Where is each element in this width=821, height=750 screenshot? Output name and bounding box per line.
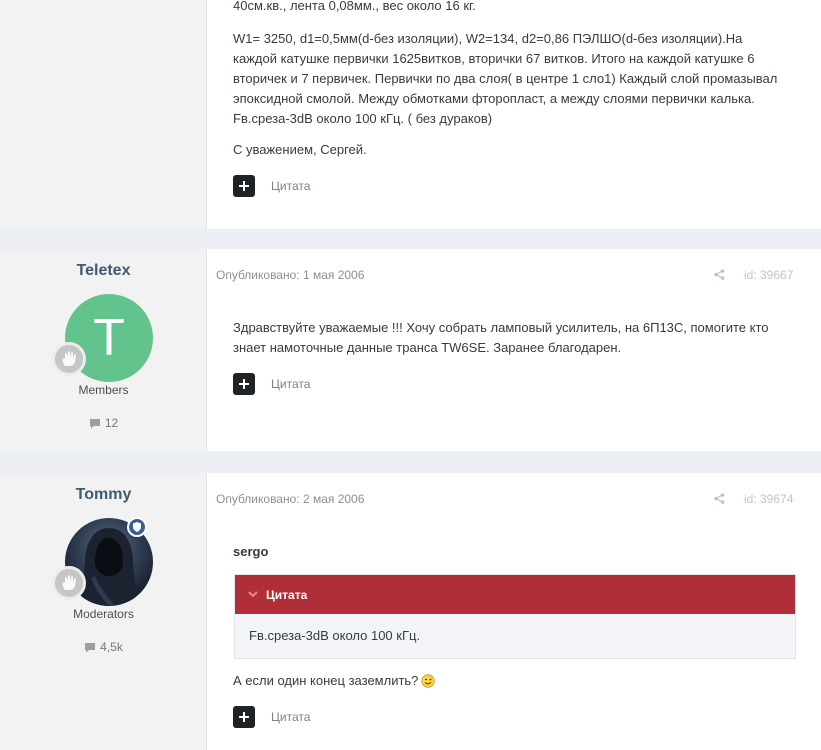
- multiquote-button[interactable]: [233, 373, 255, 395]
- wink-smiley-icon: [421, 674, 436, 688]
- quote-link[interactable]: Цитата: [271, 377, 310, 391]
- author-username[interactable]: Tommy: [0, 486, 207, 504]
- quote-block: Цитата Fв.среза-3dB около 100 кГц.: [234, 574, 796, 659]
- quote-link[interactable]: Цитата: [271, 179, 310, 193]
- post-text-line: W1= 3250, d1=0,5мм(d-без изоляции), W2=1…: [233, 31, 743, 46]
- quote-header[interactable]: Цитата: [235, 575, 795, 614]
- multiquote-button[interactable]: [233, 706, 255, 728]
- rank-badge: [52, 342, 86, 376]
- post-text-line: каждой катушке первички 1625витков, втор…: [233, 51, 755, 66]
- plus-icon: [239, 379, 249, 389]
- post-text-line: эпоксидной смолой. Между обмотками фторо…: [233, 91, 755, 106]
- post-text-line: Fв.среза-3dB около 100 кГц. ( без дурако…: [233, 111, 493, 126]
- post-count-value: 4,5k: [100, 640, 123, 654]
- post-card: Tommy Moderators 4,5k Опубликовано: 2 ма…: [0, 473, 821, 750]
- author-group: Moderators: [73, 607, 134, 621]
- quote-body: Fв.среза-3dB около 100 кГц.: [235, 614, 795, 658]
- multiquote-button[interactable]: [233, 175, 255, 197]
- reply-text: А если один конец заземлить?: [233, 673, 419, 688]
- post-content: Опубликовано: 2 мая 2006 id: 39674 sergo…: [207, 473, 821, 750]
- rank-hand-icon: [62, 351, 76, 366]
- comment-icon: [85, 642, 96, 652]
- post-count-value: 12: [104, 416, 119, 430]
- quoted-author: sergo: [233, 544, 269, 559]
- quote-action[interactable]: Цитата: [233, 706, 310, 728]
- post-text-line: 40см.кв., лента 0,08мм., вес около 16 кг…: [233, 0, 476, 13]
- post-content: Опубликовано: 1 мая 2006 id: 39667 Здрав…: [207, 249, 821, 451]
- post-signature: С уважением, Сергей.: [233, 142, 367, 157]
- author-panel: Tommy Moderators 4,5k: [0, 473, 207, 750]
- post-text-line: Здравствуйте уважаемые !!! Хочу собрать …: [233, 320, 769, 335]
- share-icon[interactable]: [714, 269, 725, 280]
- author-group: Members: [78, 383, 129, 397]
- post-date[interactable]: Опубликовано: 1 мая 2006: [216, 268, 364, 282]
- post-card: 40см.кв., лента 0,08мм., вес около 16 кг…: [0, 0, 821, 229]
- share-icon[interactable]: [714, 493, 725, 504]
- post-date[interactable]: Опубликовано: 2 мая 2006: [216, 492, 364, 506]
- rank-badge: [52, 566, 86, 600]
- author-panel: Teletex T Members 12: [0, 249, 207, 451]
- post-id: id: 39674: [744, 492, 794, 506]
- post-count: 12: [0, 416, 207, 430]
- reply-text-line: А если один конец заземлить?: [233, 671, 436, 691]
- moderator-badge: [127, 517, 147, 537]
- post-count: 4,5k: [0, 640, 207, 654]
- shield-icon: [133, 522, 141, 532]
- post-text-block: W1= 3250, d1=0,5мм(d-без изоляции), W2=1…: [233, 29, 777, 129]
- comment-icon: [89, 418, 100, 428]
- post-card: Teletex T Members 12 Опубликовано: 1 мая…: [0, 249, 821, 451]
- plus-icon: [239, 712, 249, 722]
- post-text-block: Здравствуйте уважаемые !!! Хочу собрать …: [233, 318, 768, 358]
- chevron-down-icon: [248, 591, 258, 598]
- post-text-line: знает намоточные данные транса TW6SE. За…: [233, 340, 622, 355]
- plus-icon: [239, 181, 249, 191]
- post-text-line: вторичек и 7 первичек. Первички по два с…: [233, 71, 778, 86]
- post-content: 40см.кв., лента 0,08мм., вес около 16 кг…: [207, 0, 821, 229]
- quote-action[interactable]: Цитата: [233, 175, 310, 197]
- quote-action[interactable]: Цитата: [233, 373, 310, 395]
- author-username[interactable]: Teletex: [0, 262, 207, 280]
- post-id: id: 39667: [744, 268, 794, 282]
- rank-hand-icon: [62, 575, 76, 590]
- quote-link[interactable]: Цитата: [271, 710, 310, 724]
- author-panel: [0, 0, 207, 229]
- quote-header-label: Цитата: [266, 587, 308, 602]
